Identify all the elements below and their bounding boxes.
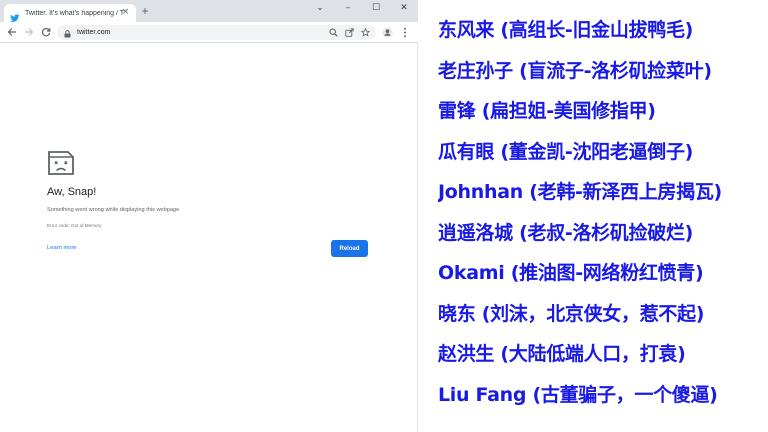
reload-icon[interactable] [39, 25, 53, 39]
caption-line: 老庄孙子 (盲流子-洛杉矶捡菜叶) [438, 59, 712, 82]
browser-window: Twitter. It's what's happening / T × + ⌄… [0, 0, 418, 432]
caption-line: 赵洪生 (大陆低端人口，打袁) [438, 343, 686, 365]
error-message: Something went wrong while displaying th… [47, 207, 181, 213]
caption-list: 东风来 (高组长-旧金山拔鸭毛) 老庄孙子 (盲流子-洛杉矶捡菜叶) 雷锋 (扁… [438, 10, 768, 415]
back-arrow-icon[interactable] [5, 25, 19, 39]
caption-line: Liu Fang (古董骗子，一个傻逼) [438, 383, 718, 406]
forward-arrow-icon[interactable] [22, 25, 36, 39]
learn-more-link[interactable]: Learn more [47, 245, 77, 251]
lock-icon[interactable] [64, 23, 71, 42]
caption-line: 晓东 (刘沫，北京侠女，惹不起) [438, 302, 705, 325]
reload-button[interactable]: Reload [331, 240, 368, 257]
caption-line: 逍遥洛城 (老叔-洛杉矶捡破烂) [438, 221, 694, 244]
caption-line: Okami (推油图-网络粉红愤青) [438, 262, 704, 284]
maximize-button[interactable]: ☐ [362, 0, 390, 16]
profile-icon[interactable] [380, 25, 394, 39]
window-controls: ⌄ – ☐ ✕ [306, 0, 418, 22]
tab-strip: Twitter. It's what's happening / T × + ⌄… [0, 0, 418, 22]
caption-line: 瓜有眼 (董金凯-沈阳老逼倒子) [438, 140, 694, 163]
address-bar[interactable]: twitter.com [57, 25, 376, 40]
browser-toolbar: twitter.com [0, 22, 418, 43]
error-code: Error code: Out of Memory [47, 223, 102, 228]
twitter-bird-icon [10, 8, 20, 22]
tab-twitter[interactable]: Twitter. It's what's happening / T × [4, 4, 136, 22]
kebab-menu-icon[interactable] [398, 25, 412, 39]
new-tab-button[interactable]: + [139, 5, 151, 17]
tab-title: Twitter. It's what's happening / T [25, 9, 125, 17]
share-icon[interactable] [344, 27, 354, 37]
star-icon[interactable] [360, 27, 370, 37]
url-text: twitter.com [77, 29, 111, 36]
error-title: Aw, Snap! [47, 186, 97, 198]
tab-search-icon[interactable]: ⌄ [306, 0, 334, 16]
tab-close-icon[interactable]: × [120, 7, 131, 18]
minimize-button[interactable]: – [334, 0, 362, 16]
sad-tab-icon [47, 151, 75, 179]
zoom-icon[interactable] [328, 27, 338, 37]
close-window-button[interactable]: ✕ [390, 0, 418, 16]
caption-line: 雷锋 (扁担姐-美国修指甲) [438, 100, 656, 122]
caption-line: Johnhan (老韩-新泽西上房揭瓦) [438, 181, 722, 203]
caption-line: 东风来 (高组长-旧金山拔鸭毛) [438, 19, 694, 41]
